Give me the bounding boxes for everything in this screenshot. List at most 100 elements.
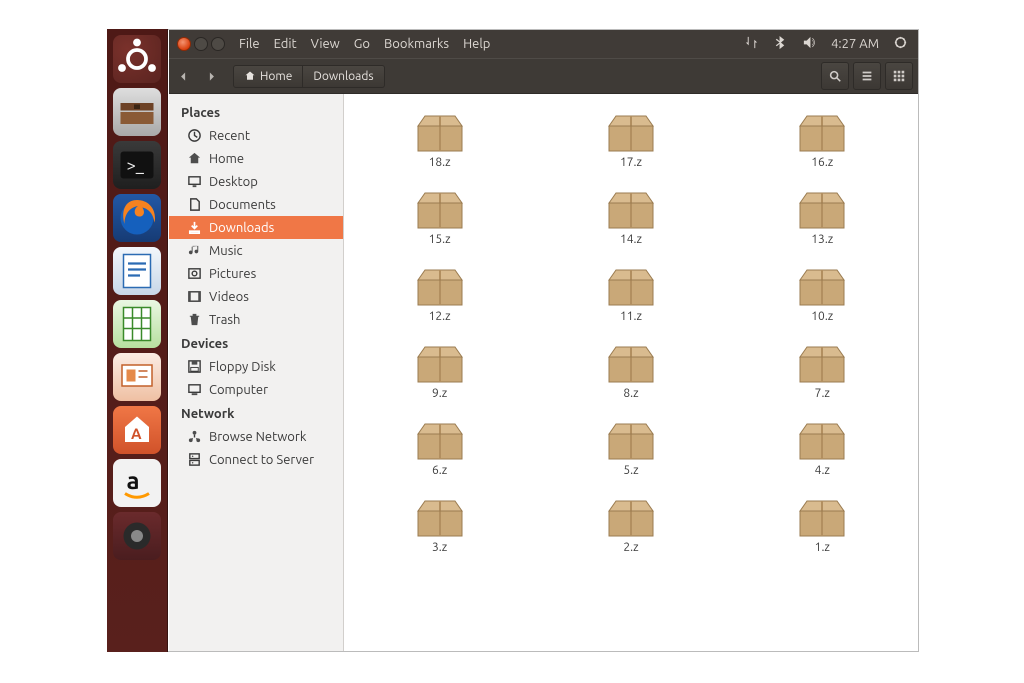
sidebar-item-videos[interactable]: Videos [169,285,343,308]
file-item[interactable]: 2.z [606,497,656,554]
clock-icon [187,128,202,143]
window-minimize-button[interactable] [194,37,208,51]
sidebar-item-pictures[interactable]: Pictures [169,262,343,285]
document-icon [187,197,202,212]
sidebar-item-floppy-disk[interactable]: Floppy Disk [169,355,343,378]
sidebar-item-label: Trash [209,313,240,327]
svg-text:A: A [131,425,142,442]
sidebar-item-computer[interactable]: Computer [169,378,343,401]
launcher-software-center[interactable]: A [113,406,161,454]
file-name: 11.z [620,310,642,323]
file-item[interactable]: 14.z [606,189,656,246]
menu-view[interactable]: View [311,37,340,51]
launcher-impress[interactable] [113,353,161,401]
launcher-terminal[interactable]: >_ [113,141,161,189]
sidebar-item-documents[interactable]: Documents [169,193,343,216]
session-indicator-icon[interactable] [893,35,908,53]
view-grid-button[interactable] [885,62,913,90]
breadcrumb-home-label: Home [260,70,292,83]
file-name: 4.z [815,464,830,477]
sidebar-item-trash[interactable]: Trash [169,308,343,331]
menu-help[interactable]: Help [463,37,490,51]
file-item[interactable]: 8.z [606,343,656,400]
launcher-firefox[interactable] [113,194,161,242]
launcher-amazon[interactable]: a [113,459,161,507]
file-item[interactable]: 6.z [415,420,465,477]
package-icon [797,189,847,229]
file-item[interactable]: 10.z [797,266,847,323]
sidebar-item-downloads[interactable]: Downloads [169,216,343,239]
videos-icon [187,289,202,304]
sidebar-item-home[interactable]: Home [169,147,343,170]
file-name: 18.z [429,156,451,169]
breadcrumb-home[interactable]: Home [233,65,303,88]
launcher-settings[interactable] [113,512,161,560]
nav-back-button[interactable] [169,62,197,90]
window-maximize-button[interactable] [211,37,225,51]
search-button[interactable] [821,62,849,90]
nav-forward-button[interactable] [197,62,225,90]
launcher-writer[interactable] [113,247,161,295]
sidebar-item-label: Computer [209,383,268,397]
menu-bookmarks[interactable]: Bookmarks [384,37,449,51]
file-item[interactable]: 12.z [415,266,465,323]
file-pane[interactable]: 18.z 17.z 16.z 15.z 14.z 13.z 12.z 11.z 10.z 9.z 8… [344,94,918,651]
launcher-files[interactable] [113,88,161,136]
file-name: 10.z [811,310,833,323]
file-item[interactable]: 11.z [606,266,656,323]
network-icon [187,429,202,444]
file-item[interactable]: 5.z [606,420,656,477]
menu-edit[interactable]: Edit [274,37,297,51]
network-indicator-icon[interactable] [744,35,759,53]
launcher-dash[interactable] [113,35,161,83]
file-item[interactable]: 17.z [606,112,656,169]
volume-indicator-icon[interactable] [802,35,817,53]
file-name: 12.z [429,310,451,323]
menu-go[interactable]: Go [354,37,370,51]
sidebar: PlacesRecentHomeDesktopDocumentsDownload… [169,94,344,651]
view-list-button[interactable] [853,62,881,90]
file-item[interactable]: 13.z [797,189,847,246]
sidebar-item-connect-to-server[interactable]: Connect to Server [169,448,343,471]
file-item[interactable]: 1.z [797,497,847,554]
sidebar-item-recent[interactable]: Recent [169,124,343,147]
unity-launcher: >_ A a [107,29,168,652]
clock-indicator[interactable]: 4:27 AM [831,37,879,51]
package-icon [797,266,847,306]
menu-file[interactable]: File [239,37,260,51]
sidebar-item-label: Pictures [209,267,256,281]
bluetooth-indicator-icon[interactable] [773,35,788,53]
package-icon [606,420,656,460]
home-icon [187,151,202,166]
breadcrumb-current[interactable]: Downloads [303,65,384,88]
server-icon [187,452,202,467]
file-item[interactable]: 9.z [415,343,465,400]
sidebar-item-label: Home [209,152,244,166]
launcher-calc[interactable] [113,300,161,348]
package-icon [606,189,656,229]
package-icon [415,420,465,460]
sidebar-item-label: Music [209,244,243,258]
package-icon [415,266,465,306]
sidebar-item-label: Documents [209,198,276,212]
breadcrumb-current-label: Downloads [313,70,373,83]
file-name: 3.z [432,541,447,554]
file-item[interactable]: 3.z [415,497,465,554]
file-item[interactable]: 18.z [415,112,465,169]
sidebar-item-music[interactable]: Music [169,239,343,262]
window-close-button[interactable] [177,37,191,51]
file-name: 15.z [429,233,451,246]
sidebar-item-browse-network[interactable]: Browse Network [169,425,343,448]
file-item[interactable]: 4.z [797,420,847,477]
file-name: 17.z [620,156,642,169]
sidebar-heading: Devices [169,331,343,355]
file-item[interactable]: 7.z [797,343,847,400]
package-icon [606,497,656,537]
sidebar-item-label: Videos [209,290,249,304]
file-name: 7.z [815,387,830,400]
download-icon [187,220,202,235]
sidebar-item-desktop[interactable]: Desktop [169,170,343,193]
file-item[interactable]: 16.z [797,112,847,169]
package-icon [797,112,847,152]
file-item[interactable]: 15.z [415,189,465,246]
